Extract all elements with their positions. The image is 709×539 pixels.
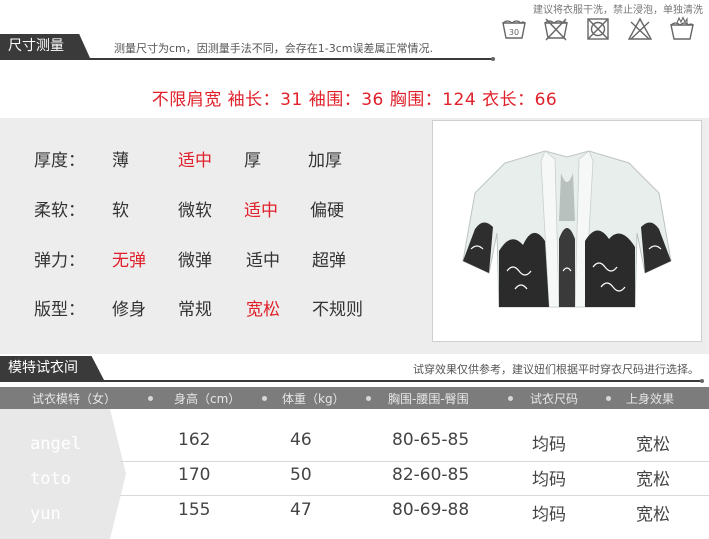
row-divider	[120, 461, 709, 462]
attr-label: 柔软：	[34, 201, 85, 221]
header-separator-dot	[262, 396, 267, 401]
model-weight: 46	[290, 430, 312, 450]
attr-option: 微软	[178, 201, 212, 221]
attr-option: 微弹	[178, 251, 212, 271]
header-separator-dot	[508, 396, 513, 401]
model-effect: 宽松	[636, 505, 670, 525]
attr-label: 厚度：	[34, 151, 85, 171]
rule-end-dot	[700, 379, 704, 383]
attr-option: 无弹	[112, 251, 146, 271]
attr-option: 软	[112, 201, 129, 221]
attr-option: 宽松	[246, 300, 280, 320]
row-divider	[120, 495, 709, 496]
model-effect: 宽松	[636, 435, 670, 455]
wash-30-icon: 30	[502, 20, 526, 39]
attr-option: 适中	[178, 151, 212, 171]
model-name: yun	[30, 504, 61, 524]
wash-temp-label: 30	[509, 28, 519, 37]
attr-option: 适中	[244, 201, 278, 221]
model-table-header: 试衣模特（女） 身高（cm） 体重（kg） 胸围-腰围-臀围 试衣尺码 上身效果	[0, 387, 709, 409]
no-tumble-dry-icon	[587, 18, 609, 40]
attr-option: 薄	[112, 151, 129, 171]
model-measurements: 80-69-88	[392, 500, 470, 520]
attr-label: 版型：	[34, 300, 85, 320]
model-height: 170	[178, 465, 211, 485]
model-weight: 47	[290, 500, 312, 520]
care-icons: 30	[501, 16, 695, 42]
attr-option: 适中	[246, 251, 280, 271]
model-name: toto	[30, 469, 71, 489]
attr-option: 偏硬	[310, 201, 344, 221]
model-size: 均码	[532, 435, 566, 455]
attr-option: 超弹	[312, 251, 346, 271]
model-height: 155	[178, 500, 211, 520]
header-separator-dot	[606, 396, 611, 401]
rule-end-dot	[491, 57, 495, 61]
model-size: 均码	[532, 470, 566, 490]
size-measurement-line: 不限肩宽 袖长：31 袖围：36 胸围：124 衣长：66	[151, 90, 558, 110]
model-height: 162	[178, 430, 211, 450]
model-section-header: 模特试衣间	[0, 356, 104, 380]
model-name: angel	[30, 434, 82, 454]
attr-option: 厚	[244, 151, 261, 171]
attr-option: 不规则	[312, 300, 363, 320]
header-measurements: 胸围-腰围-臀围	[388, 392, 469, 406]
size-section-header: 尺寸测量	[0, 34, 90, 58]
size-section-title: 尺寸测量	[0, 34, 90, 58]
model-size: 均码	[532, 505, 566, 525]
size-section-note: 测量尺寸为cm，因测量手法不同，会存在1-3cm误差属正常情况.	[114, 42, 433, 55]
model-measurements: 80-65-85	[392, 430, 470, 450]
size-section-rule	[0, 58, 494, 60]
product-photo	[432, 120, 702, 342]
header-separator-dot	[148, 396, 153, 401]
no-bleach-icon	[544, 18, 568, 41]
no-chlorine-icon	[627, 17, 653, 40]
model-section-rule	[0, 380, 702, 382]
header-effect: 上身效果	[626, 392, 675, 406]
model-section-note: 试穿效果仅供参考，建议妞们根据平时穿衣尺码进行选择。	[413, 363, 699, 376]
header-separator-dot	[366, 396, 371, 401]
header-size: 试衣尺码	[530, 392, 579, 406]
header-model: 试衣模特（女）	[32, 392, 117, 406]
header-height: 身高（cm）	[174, 392, 241, 406]
attr-option: 修身	[112, 300, 146, 320]
model-section-title: 模特试衣间	[0, 356, 104, 380]
attr-label: 弹力：	[34, 251, 85, 271]
kimono-jacket-image	[462, 150, 672, 308]
header-weight: 体重（kg）	[282, 392, 345, 406]
attr-option: 常规	[178, 300, 212, 320]
attr-option: 加厚	[308, 151, 342, 171]
model-weight: 50	[290, 465, 312, 485]
model-measurements: 82-60-85	[392, 465, 470, 485]
hand-wash-icon	[670, 16, 694, 40]
model-effect: 宽松	[636, 470, 670, 490]
care-note: 建议将衣服干洗，禁止浸泡，单独清洗	[533, 5, 703, 16]
